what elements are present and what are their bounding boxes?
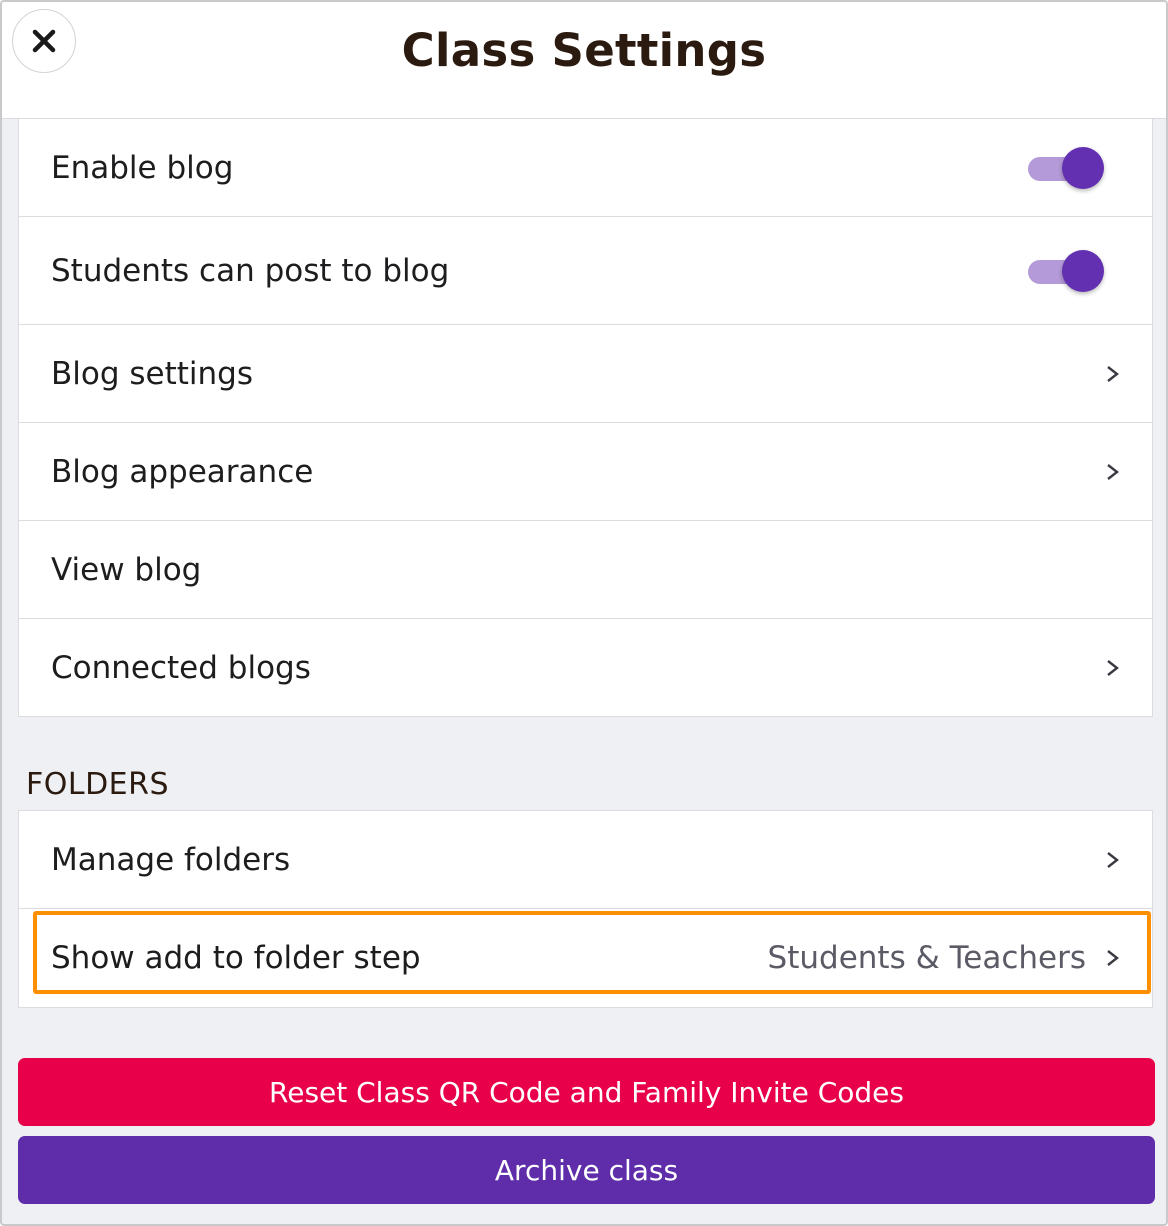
enable-blog-toggle[interactable] xyxy=(1028,146,1104,190)
show-add-to-folder-row[interactable]: Show add to folder step Students & Teach… xyxy=(19,909,1152,1007)
show-add-to-folder-value: Students & Teachers xyxy=(767,940,1086,976)
toggle-knob xyxy=(1062,249,1104,292)
connected-blogs-row[interactable]: Connected blogs xyxy=(19,619,1152,716)
view-blog-row[interactable]: View blog xyxy=(19,521,1152,619)
students-post-toggle[interactable] xyxy=(1028,249,1104,293)
connected-blogs-label: Connected blogs xyxy=(51,649,311,686)
enable-blog-row[interactable]: Enable blog xyxy=(19,119,1152,217)
chevron-right-icon xyxy=(1107,659,1119,676)
folders-card: Manage folders Show add to folder step S… xyxy=(18,810,1153,1008)
chevron-right-icon xyxy=(1107,950,1119,966)
view-blog-label: View blog xyxy=(51,551,202,588)
blog-settings-row[interactable]: Blog settings xyxy=(19,325,1152,423)
students-post-label: Students can post to blog xyxy=(51,252,450,289)
archive-class-button[interactable]: Archive class xyxy=(18,1136,1155,1204)
blog-settings-card: Enable blog Students can post to blog Bl… xyxy=(18,118,1153,717)
toggle-knob xyxy=(1062,146,1104,189)
chevron-right-icon xyxy=(1107,851,1119,868)
enable-blog-label: Enable blog xyxy=(51,149,234,186)
blog-appearance-label: Blog appearance xyxy=(51,453,314,490)
header: Class Settings xyxy=(2,2,1166,119)
show-add-to-folder-label: Show add to folder step xyxy=(51,940,421,976)
reset-codes-button[interactable]: Reset Class QR Code and Family Invite Co… xyxy=(18,1058,1155,1126)
chevron-right-icon xyxy=(1107,463,1119,480)
manage-folders-row[interactable]: Manage folders xyxy=(19,811,1152,909)
chevron-right-icon xyxy=(1107,365,1119,382)
students-post-row[interactable]: Students can post to blog xyxy=(19,217,1152,325)
page-title: Class Settings xyxy=(401,24,767,77)
blog-settings-label: Blog settings xyxy=(51,355,253,392)
folders-section-heading: FOLDERS xyxy=(26,767,170,802)
blog-appearance-row[interactable]: Blog appearance xyxy=(19,423,1152,521)
class-settings-panel: Class Settings Enable blog Students can … xyxy=(0,0,1168,1226)
manage-folders-label: Manage folders xyxy=(51,841,291,878)
